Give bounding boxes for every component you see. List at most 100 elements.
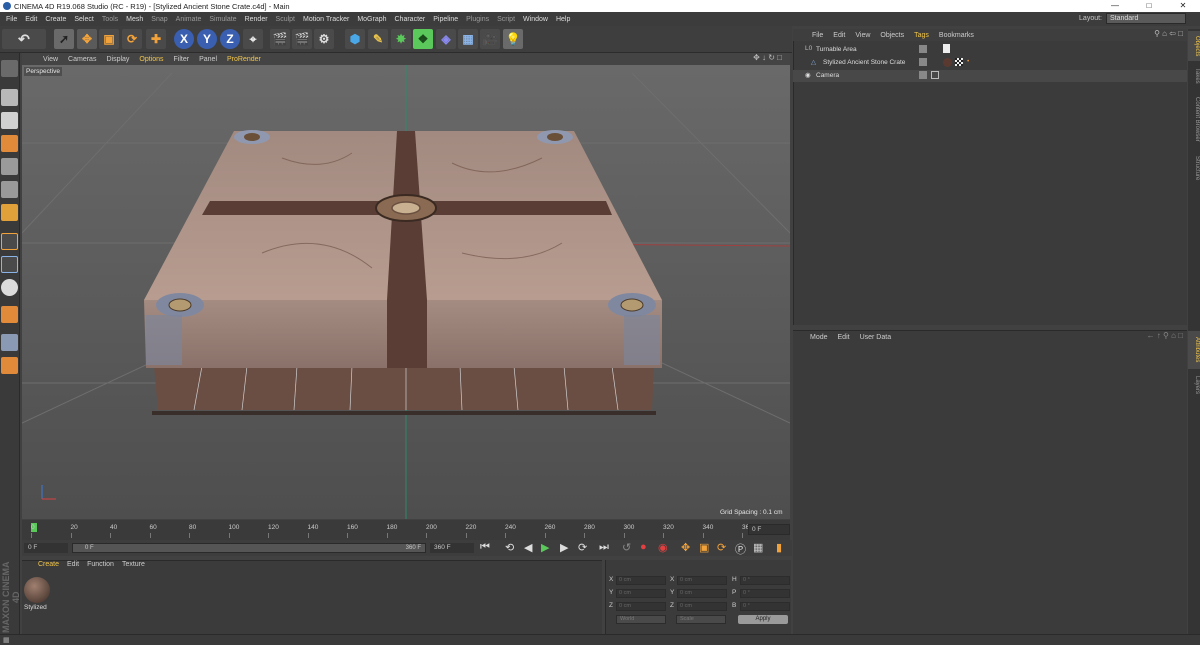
rot-b-field[interactable]: 0 ° xyxy=(740,602,790,611)
record-icon[interactable]: ● xyxy=(640,541,647,553)
planar-workplane-icon[interactable] xyxy=(1,334,18,351)
menu-mograph[interactable]: MoGraph xyxy=(353,16,390,23)
viewport-menu-options[interactable]: Options xyxy=(134,56,168,63)
visibility-toggle-icon[interactable] xyxy=(919,58,927,66)
coordinate-mode-dropdown[interactable]: World xyxy=(616,615,666,624)
timeline-icon[interactable]: ▮ xyxy=(776,541,782,554)
viewport-menu-display[interactable]: Display xyxy=(101,56,134,63)
pos-y-field[interactable]: 0 cm xyxy=(616,589,666,598)
menu-edit[interactable]: Edit xyxy=(21,16,41,23)
next-keyframe-icon[interactable]: ⟳ xyxy=(578,541,587,554)
menu-tools[interactable]: Tools xyxy=(98,16,122,23)
object-row[interactable]: L0 Turnable Area xyxy=(793,44,1187,56)
attr-menu-mode[interactable]: Mode xyxy=(805,334,833,341)
texture-mode-icon[interactable] xyxy=(1,112,18,129)
rot-p-field[interactable]: 0 ° xyxy=(740,589,790,598)
material-menu-function[interactable]: Function xyxy=(83,561,118,568)
pos-x-field[interactable]: 0 cm xyxy=(616,576,666,585)
visibility-toggle-icon[interactable] xyxy=(919,45,927,53)
scale-mode-dropdown[interactable]: Scale xyxy=(676,615,726,624)
undo-icon[interactable]: ↶ xyxy=(2,29,46,49)
rot-h-field[interactable]: 0 ° xyxy=(740,576,790,585)
key-rotation-icon[interactable]: ⟳ xyxy=(717,541,726,554)
material-name[interactable]: Stylized xyxy=(24,604,47,611)
camera-icon[interactable]: 🎥 xyxy=(480,29,500,49)
size-y-field[interactable]: 0 cm xyxy=(677,589,727,598)
tab-structure[interactable]: Structure xyxy=(1188,151,1200,185)
tab-objects[interactable]: Objects xyxy=(1188,31,1200,61)
tab-takes[interactable]: Takes xyxy=(1188,65,1200,87)
locked-workplane-icon[interactable] xyxy=(1,306,18,323)
previous-keyframe-icon[interactable]: ⟲ xyxy=(505,541,514,554)
next-frame-icon[interactable]: ▶ xyxy=(560,541,568,554)
axis-mode-icon[interactable] xyxy=(1,233,18,250)
tab-attributes[interactable]: Attributes xyxy=(1188,331,1200,369)
previous-frame-icon[interactable]: ◀ xyxy=(524,541,532,554)
edges-mode-icon[interactable] xyxy=(1,181,18,198)
om-menu-objects[interactable]: Objects xyxy=(875,32,909,39)
object-name[interactable]: Stylized Ancient Stone Crate xyxy=(823,59,905,66)
om-menu-bookmarks[interactable]: Bookmarks xyxy=(934,32,979,39)
menu-window[interactable]: Window xyxy=(519,16,552,23)
menu-animate[interactable]: Animate xyxy=(172,16,206,23)
om-menu-tags[interactable]: Tags xyxy=(909,32,934,39)
phong-tag-icon[interactable]: • xyxy=(967,58,969,65)
om-menu-edit[interactable]: Edit xyxy=(828,32,850,39)
size-z-field[interactable]: 0 cm xyxy=(677,602,727,611)
attr-menu-edit[interactable]: Edit xyxy=(833,334,855,341)
model-mode-icon[interactable] xyxy=(1,89,18,106)
minimize-icon[interactable]: — xyxy=(1098,0,1132,12)
key-position-icon[interactable]: ✥ xyxy=(681,541,690,554)
menu-select[interactable]: Select xyxy=(70,16,97,23)
polygons-mode-icon[interactable] xyxy=(1,204,18,221)
key-scale-icon[interactable]: ▣ xyxy=(699,541,709,554)
play-icon[interactable]: ▶ xyxy=(541,541,549,554)
menu-character[interactable]: Character xyxy=(391,16,430,23)
deformer-icon[interactable]: ◈ xyxy=(436,29,456,49)
timeline-ruler[interactable]: 0 20 40 60 80 100 120 140 160 180 200 220 240 260 280 3… xyxy=(22,520,790,540)
snapping-icon[interactable] xyxy=(1,279,18,296)
y-axis-lock-icon[interactable]: Y xyxy=(197,29,217,49)
menu-pipeline[interactable]: Pipeline xyxy=(429,16,462,23)
go-to-start-icon[interactable]: ⏮ xyxy=(480,541,490,554)
menu-script[interactable]: Script xyxy=(493,16,519,23)
coordinate-system-icon[interactable]: ⌖ xyxy=(243,29,263,49)
tweak-mode-icon[interactable] xyxy=(1,256,18,273)
render-view-icon[interactable]: 🎬 xyxy=(270,29,290,49)
menu-create[interactable]: Create xyxy=(41,16,70,23)
menu-simulate[interactable]: Simulate xyxy=(205,16,240,23)
autokey-icon[interactable]: ◉ xyxy=(658,541,668,554)
size-x-field[interactable]: 0 cm xyxy=(677,576,727,585)
apply-button[interactable]: Apply xyxy=(738,615,788,624)
viewport-menu-cameras[interactable]: Cameras xyxy=(63,56,101,63)
viewport-menu-filter[interactable]: Filter xyxy=(169,56,195,63)
menu-sculpt[interactable]: Sculpt xyxy=(272,16,299,23)
menu-snap[interactable]: Snap xyxy=(147,16,171,23)
object-name[interactable]: Camera xyxy=(816,72,839,79)
z-axis-lock-icon[interactable]: Z xyxy=(220,29,240,49)
pen-spline-icon[interactable]: ✎ xyxy=(368,29,388,49)
motion-record-icon[interactable]: ↺ xyxy=(622,541,631,554)
array-generator-icon[interactable]: ❖ xyxy=(413,29,433,49)
make-editable-icon[interactable] xyxy=(1,60,18,77)
object-name[interactable]: Turnable Area xyxy=(816,46,857,53)
menu-plugins[interactable]: Plugins xyxy=(462,16,493,23)
camera-tag-icon[interactable] xyxy=(931,71,939,79)
rotate-tool-icon[interactable]: ⟳ xyxy=(122,29,142,49)
material-tag-icon[interactable] xyxy=(943,58,952,67)
tag-icon[interactable] xyxy=(943,44,950,53)
viewport-nav-icons[interactable]: ✥ ↓ ↻ □ xyxy=(753,53,782,62)
material-menu-create[interactable]: Create xyxy=(34,561,63,568)
tab-content-browser[interactable]: Content Browser xyxy=(1188,89,1200,149)
end-frame-field[interactable]: 360 F xyxy=(430,543,474,553)
select-arrow-icon[interactable]: ➚ xyxy=(54,29,74,49)
menu-file[interactable]: File xyxy=(2,16,21,23)
visibility-toggle-icon[interactable] xyxy=(919,71,927,79)
scale-tool-icon[interactable]: ▣ xyxy=(99,29,119,49)
object-row[interactable]: ◉ Camera xyxy=(793,70,1187,82)
render-picture-viewer-icon[interactable]: 🎬 xyxy=(292,29,312,49)
material-menu-texture[interactable]: Texture xyxy=(118,561,149,568)
attr-menu-user-data[interactable]: User Data xyxy=(855,334,897,341)
uvw-tag-icon[interactable] xyxy=(955,58,963,66)
subdivision-surface-icon[interactable]: ✸ xyxy=(391,29,411,49)
